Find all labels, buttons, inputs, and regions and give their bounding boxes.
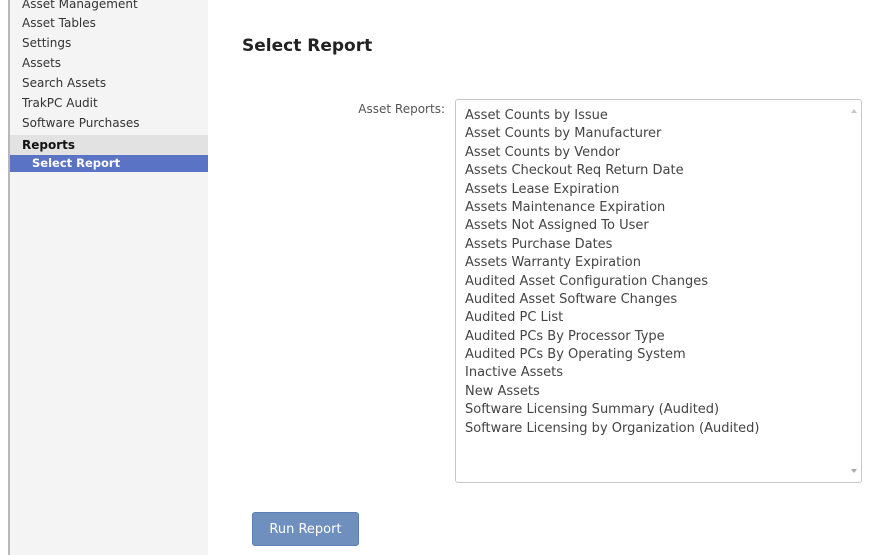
- report-option[interactable]: Asset Counts by Vendor: [465, 144, 841, 162]
- report-option[interactable]: Software Licensing Summary (Audited): [465, 401, 841, 419]
- asset-reports-listbox[interactable]: Asset Counts by Issue Asset Counts by Man…: [455, 99, 862, 483]
- report-option[interactable]: Audited PCs By Processor Type: [465, 328, 841, 346]
- run-report-button[interactable]: Run Report: [252, 512, 359, 546]
- report-option[interactable]: Audited Asset Software Changes: [465, 291, 841, 309]
- page-title: Select Report: [242, 36, 373, 56]
- report-option[interactable]: Asset Counts by Issue: [465, 107, 841, 125]
- report-option[interactable]: Asset Counts by Manufacturer: [465, 125, 841, 143]
- sidebar-item-assets[interactable]: Assets: [10, 53, 208, 73]
- report-option[interactable]: Assets Not Assigned To User: [465, 217, 841, 235]
- sidebar-item-software-purchases[interactable]: Software Purchases: [10, 113, 208, 133]
- sidebar-item-reports[interactable]: Reports: [10, 135, 208, 155]
- report-option[interactable]: Assets Warranty Expiration: [465, 254, 841, 272]
- report-option[interactable]: Assets Maintenance Expiration: [465, 199, 841, 217]
- sidebar-item-select-report[interactable]: Select Report: [10, 155, 208, 172]
- report-option[interactable]: Audited PC List: [465, 309, 841, 327]
- report-option[interactable]: Assets Purchase Dates: [465, 236, 841, 254]
- scroll-down-arrow-icon[interactable]: [851, 469, 857, 473]
- window-left-edge: [0, 0, 10, 555]
- sidebar-item-trakpc-audit[interactable]: TrakPC Audit: [10, 93, 208, 113]
- report-option[interactable]: Audited Asset Configuration Changes: [465, 273, 841, 291]
- report-option[interactable]: Assets Checkout Req Return Date: [465, 162, 841, 180]
- sidebar-item-settings[interactable]: Settings: [10, 33, 208, 53]
- scroll-up-arrow-icon[interactable]: [851, 109, 857, 113]
- sidebar-item-asset-management[interactable]: Asset Management: [10, 0, 208, 13]
- report-options-list: Asset Counts by Issue Asset Counts by Man…: [465, 107, 841, 438]
- page: Asset Management Asset Tables Settings A…: [0, 0, 893, 555]
- report-option[interactable]: New Assets: [465, 383, 841, 401]
- sidebar-nav: Asset Management Asset Tables Settings A…: [10, 0, 208, 555]
- sidebar-item-search-assets[interactable]: Search Assets: [10, 73, 208, 93]
- sidebar-item-asset-tables[interactable]: Asset Tables: [10, 13, 208, 33]
- report-option[interactable]: Software Licensing by Organization (Audi…: [465, 420, 841, 438]
- report-option[interactable]: Inactive Assets: [465, 364, 841, 382]
- report-option[interactable]: Audited PCs By Operating System: [465, 346, 841, 364]
- asset-reports-label: Asset Reports:: [358, 102, 445, 116]
- report-option[interactable]: Assets Lease Expiration: [465, 181, 841, 199]
